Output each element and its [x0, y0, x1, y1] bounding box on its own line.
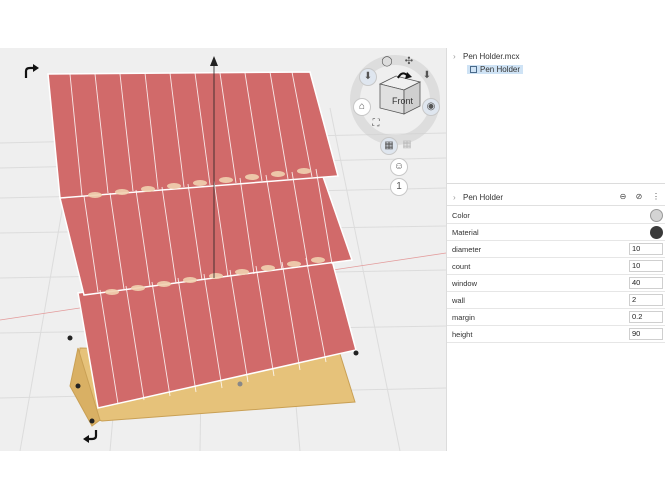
navigation-cube-area: Front ⬇ ◯ ✣ ⬇ ⌂ ◉ ⛶ ▦ ▦ ☺ 1 — [350, 48, 446, 198]
property-row-wall: wall 2 — [447, 292, 665, 309]
eye-icon[interactable]: ◉ — [422, 98, 440, 116]
property-label: Material — [452, 228, 479, 237]
pan-icon[interactable]: ✣ — [400, 54, 418, 72]
height-field[interactable]: 90 — [629, 328, 663, 340]
gizmo-arrow-up — [210, 56, 218, 66]
tree-item-selected[interactable]: Pen Holder — [467, 65, 524, 74]
tree-root-label: Pen Holder.mcx — [463, 52, 520, 61]
object-icon — [470, 66, 477, 74]
properties-header: › Pen Holder ⊖ ⊘ ⋮ — [447, 188, 665, 206]
rotate-arrow-icon[interactable] — [22, 64, 40, 82]
tree-child-label: Pen Holder — [480, 65, 521, 74]
property-row-margin: margin 0.2 — [447, 309, 665, 326]
margin-field[interactable]: 0.2 — [629, 311, 663, 323]
view-1-button[interactable]: 1 — [390, 178, 408, 196]
more-icon[interactable]: ⋮ — [651, 192, 661, 202]
properties-title: Pen Holder — [463, 193, 504, 202]
property-label: margin — [452, 313, 475, 322]
window-field[interactable]: 40 — [629, 277, 663, 289]
property-label: diameter — [452, 245, 482, 254]
property-row-count: count 10 — [447, 258, 665, 275]
chevron-right-icon[interactable]: › — [453, 193, 456, 202]
property-label: Color — [452, 211, 470, 220]
count-field[interactable]: 10 — [629, 260, 663, 272]
home-button[interactable]: ⌂ — [353, 98, 371, 116]
navcube-face-label: Front — [392, 96, 414, 106]
property-row-color: Color — [447, 207, 665, 224]
side-panel: › Pen Holder.mcx Pen Holder › Pen Holder … — [446, 48, 665, 451]
orbit-down-button[interactable]: ⬇ — [359, 68, 377, 86]
zoom-down-icon[interactable]: ⬇ — [418, 68, 436, 86]
chevron-right-icon[interactable]: › — [453, 51, 463, 63]
hide-icon[interactable]: ⊖ — [618, 192, 628, 202]
property-row-height: height 90 — [447, 326, 665, 343]
property-label: height — [452, 330, 473, 339]
fit-view-icon[interactable]: ⛶ — [367, 116, 385, 134]
diameter-field[interactable]: 10 — [629, 243, 663, 255]
walk-icon[interactable]: ☺ — [390, 158, 408, 176]
property-label: count — [452, 262, 471, 271]
property-row-material: Material — [447, 224, 665, 241]
tree-item-root[interactable]: › Pen Holder.mcx — [453, 51, 519, 63]
tree-item-pen-holder[interactable]: Pen Holder — [467, 64, 524, 76]
scene-tree: › Pen Holder.mcx Pen Holder — [447, 48, 665, 184]
color-swatch[interactable] — [650, 209, 663, 222]
property-label: wall — [452, 296, 465, 305]
rotate-arrow-icon[interactable] — [82, 426, 100, 444]
perspective-view-button[interactable]: ▦ — [398, 137, 416, 155]
property-row-window: window 40 — [447, 275, 665, 292]
orbit-icon[interactable]: ◯ — [378, 54, 396, 72]
app-window: Front ⬇ ◯ ✣ ⬇ ⌂ ◉ ⛶ ▦ ▦ ☺ 1 › Pen Holder.… — [0, 48, 665, 451]
material-swatch[interactable] — [650, 226, 663, 239]
wall-field[interactable]: 2 — [629, 294, 663, 306]
lock-icon[interactable]: ⊘ — [634, 192, 644, 202]
property-label: window — [452, 279, 478, 288]
3d-viewport[interactable]: Front ⬇ ◯ ✣ ⬇ ⌂ ◉ ⛶ ▦ ▦ ☺ 1 — [0, 48, 446, 451]
ortho-view-button[interactable]: ▦ — [380, 137, 398, 155]
model-top-panel — [47, 71, 339, 199]
property-row-diameter: diameter 10 — [447, 241, 665, 258]
